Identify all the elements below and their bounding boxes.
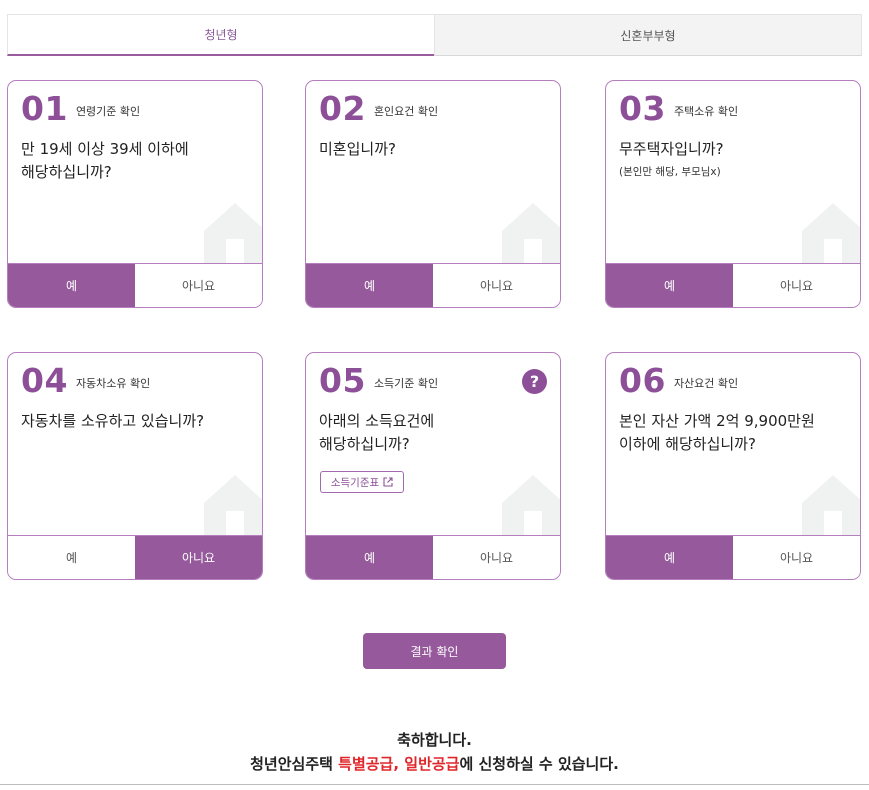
external-link-icon — [383, 477, 393, 487]
card-number: 01 — [21, 89, 68, 128]
answer-buttons: 예 아니요 — [306, 263, 560, 307]
card-number: 04 — [21, 361, 68, 400]
no-button[interactable]: 아니요 — [433, 536, 560, 579]
card-title: 연령기준 확인 — [75, 105, 141, 118]
card-header: 06 자산요건 확인 — [619, 361, 738, 401]
house-icon — [802, 203, 860, 267]
card-number: 05 — [319, 361, 366, 400]
congrats-message: 축하합니다. 청년안심주택 특별공급, 일반공급에 신청하실 수 있습니다. — [0, 728, 869, 776]
house-icon — [502, 203, 560, 267]
card-question: 만 19세 이상 39세 이하에 해당하십니까? — [21, 138, 251, 184]
card-number: 03 — [619, 89, 666, 128]
tab-bar: 청년형 신혼부부형 — [7, 14, 862, 56]
card-title: 혼인요건 확인 — [373, 105, 439, 118]
congrats-prefix: 청년안심주택 — [250, 755, 339, 773]
answer-buttons: 예 아니요 — [606, 263, 860, 307]
card-title: 자산요건 확인 — [673, 377, 739, 390]
income-table-link[interactable]: 소득기준표 — [320, 471, 404, 493]
income-table-label: 소득기준표 — [330, 476, 380, 489]
card-car: 04 자동차소유 확인 자동차를 소유하고 있습니까? 예 아니요 — [7, 352, 263, 580]
question-line: 이하에 해당하십니까? — [619, 435, 756, 453]
card-number: 02 — [319, 89, 366, 128]
card-header: 03 주택소유 확인 — [619, 89, 738, 129]
question-line: 아래의 소득요건에 — [319, 412, 435, 430]
card-question: 무주택자입니까? — [619, 138, 849, 161]
no-button[interactable]: 아니요 — [135, 264, 262, 307]
card-question: 자동차를 소유하고 있습니까? — [21, 410, 251, 433]
card-title: 소득기준 확인 — [373, 377, 439, 390]
card-header: 02 혼인요건 확인 — [319, 89, 438, 129]
yes-button[interactable]: 예 — [8, 536, 135, 579]
card-note: (본인만 해당, 부모님x) — [619, 166, 721, 178]
yes-button[interactable]: 예 — [8, 264, 135, 307]
card-header: 01 연령기준 확인 — [21, 89, 140, 129]
card-housing: 03 주택소유 확인 무주택자입니까? (본인만 해당, 부모님x) 예 아니요 — [605, 80, 861, 308]
tab-youth[interactable]: 청년형 — [7, 14, 434, 56]
card-header: 04 자동차소유 확인 — [21, 361, 150, 401]
yes-button[interactable]: 예 — [606, 536, 733, 579]
answer-buttons: 예 아니요 — [8, 263, 262, 307]
tab-newlywed[interactable]: 신혼부부형 — [434, 14, 862, 56]
check-result-button[interactable]: 결과 확인 — [363, 633, 506, 669]
no-button[interactable]: 아니요 — [433, 264, 560, 307]
congrats-separator: , — [393, 755, 405, 773]
card-header: 05 소득기준 확인 — [319, 361, 438, 401]
no-button[interactable]: 아니요 — [135, 536, 262, 579]
question-line: 무주택자입니까? — [619, 140, 724, 158]
house-icon — [502, 475, 560, 539]
card-assets: 06 자산요건 확인 본인 자산 가액 2억 9,900만원 이하에 해당하십니… — [605, 352, 861, 580]
yes-button[interactable]: 예 — [306, 264, 433, 307]
special-supply: 특별공급 — [338, 755, 394, 773]
congrats-line1: 축하합니다. — [397, 731, 472, 749]
question-line: 미혼입니까? — [319, 140, 396, 158]
card-title: 주택소유 확인 — [673, 105, 739, 118]
card-age: 01 연령기준 확인 만 19세 이상 39세 이하에 해당하십니까? 예 아니… — [7, 80, 263, 308]
answer-buttons: 예 아니요 — [606, 535, 860, 579]
card-question: 본인 자산 가액 2억 9,900만원 이하에 해당하십니까? — [619, 410, 849, 456]
congrats-line2: 청년안심주택 특별공급, 일반공급에 신청하실 수 있습니다. — [0, 752, 869, 776]
question-line: 자동차를 소유하고 있습니까? — [21, 412, 205, 430]
general-supply: 일반공급 — [404, 755, 460, 773]
yes-button[interactable]: 예 — [306, 536, 433, 579]
no-button[interactable]: 아니요 — [733, 264, 860, 307]
no-button[interactable]: 아니요 — [733, 536, 860, 579]
yes-button[interactable]: 예 — [606, 264, 733, 307]
question-line: 해당하십니까? — [21, 163, 112, 181]
card-question: 미혼입니까? — [319, 138, 549, 161]
card-marriage: 02 혼인요건 확인 미혼입니까? 예 아니요 — [305, 80, 561, 308]
house-icon — [802, 475, 860, 539]
card-number: 06 — [619, 361, 666, 400]
card-income: 05 소득기준 확인 ? 아래의 소득요건에 해당하십니까? 소득기준표 예 아… — [305, 352, 561, 580]
house-icon — [204, 203, 262, 267]
question-icon[interactable]: ? — [522, 369, 547, 394]
question-line: 해당하십니까? — [319, 435, 410, 453]
bottom-divider — [0, 784, 869, 785]
card-title: 자동차소유 확인 — [75, 377, 151, 390]
house-icon — [204, 475, 262, 539]
answer-buttons: 예 아니요 — [306, 535, 560, 579]
question-line: 만 19세 이상 39세 이하에 — [21, 140, 189, 158]
question-line: 본인 자산 가액 2억 9,900만원 — [619, 412, 815, 430]
answer-buttons: 예 아니요 — [8, 535, 262, 579]
congrats-suffix: 에 신청하실 수 있습니다. — [459, 755, 619, 773]
card-question: 아래의 소득요건에 해당하십니까? — [319, 410, 549, 456]
